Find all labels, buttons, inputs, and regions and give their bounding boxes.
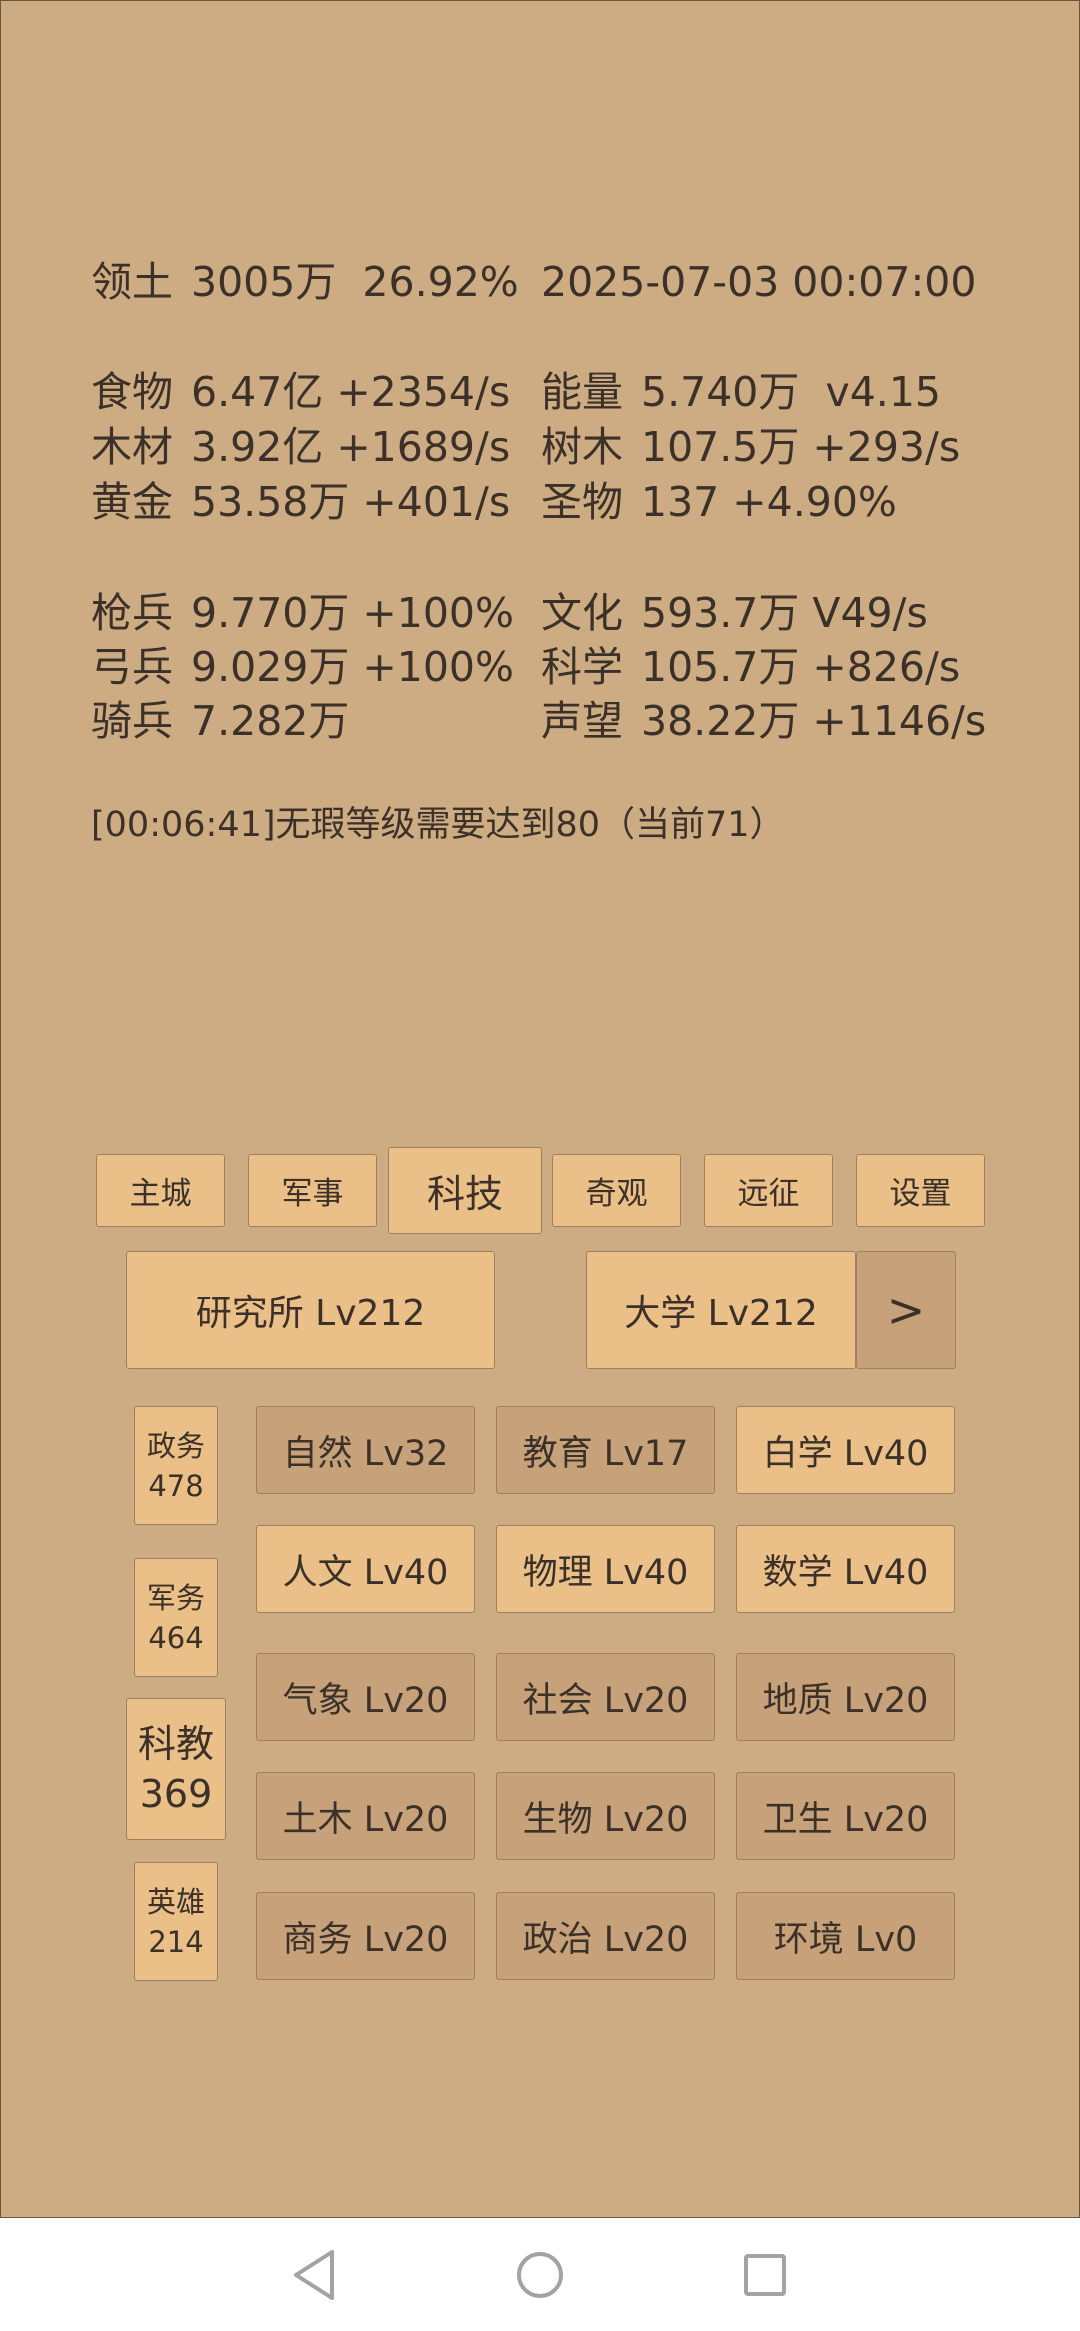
side-tab-heroes-count: 214 [148, 1924, 204, 1959]
science-humanities[interactable]: 人文 Lv40 [256, 1525, 475, 1613]
tab-wonders[interactable]: 奇观 [552, 1154, 681, 1227]
tab-settings[interactable]: 设置 [856, 1154, 985, 1227]
wood-label: 木材 [91, 423, 173, 471]
science-civil-engineering[interactable]: 土木 Lv20 [256, 1772, 475, 1860]
gold-stat: 黄金 53.58万 +401/s [91, 477, 510, 527]
side-tab-military-affairs-label: 军务 [146, 1580, 205, 1615]
energy-label: 能量 [541, 368, 623, 416]
tab-technology[interactable]: 科技 [388, 1147, 542, 1234]
science-stat: 科学 105.7万 +826/s [541, 642, 960, 692]
cavalry-label: 骑兵 [91, 697, 173, 745]
side-tab-science-education[interactable]: 科教 369 [126, 1698, 226, 1840]
science-environment[interactable]: 环境 Lv0 [736, 1892, 955, 1980]
territory-stat: 领土 3005万 26.92% [91, 257, 519, 307]
recents-square-icon[interactable] [740, 2248, 790, 2302]
game-screen: 领土 3005万 26.92% 2025-07-03 00:07:00 食物 6.4… [0, 0, 1080, 2218]
next-arrow-button[interactable]: > [856, 1251, 956, 1369]
spearmen-stat: 枪兵 9.770万 +100% [91, 588, 514, 638]
food-label: 食物 [91, 368, 173, 416]
gold-value: 53.58万 +401/s [191, 478, 511, 526]
territory-label: 领土 [91, 258, 173, 306]
side-tab-science-education-label: 科教 [137, 1722, 214, 1766]
relics-label: 圣物 [541, 478, 623, 526]
trees-label: 树木 [541, 423, 623, 471]
culture-value: 593.7万 V49/s [641, 589, 928, 637]
science-value: 105.7万 +826/s [641, 643, 961, 691]
science-biology[interactable]: 生物 Lv20 [496, 1772, 715, 1860]
side-tab-government-count: 478 [148, 1468, 204, 1503]
university-button[interactable]: 大学 Lv212 [586, 1251, 856, 1369]
energy-value: 5.740万 v4.15 [641, 368, 941, 416]
side-tab-government-label: 政务 [146, 1428, 205, 1463]
tab-main-city[interactable]: 主城 [96, 1154, 225, 1227]
culture-label: 文化 [541, 589, 623, 637]
archers-value: 9.029万 +100% [191, 643, 514, 691]
science-commerce[interactable]: 商务 Lv20 [256, 1892, 475, 1980]
science-nature[interactable]: 自然 Lv32 [256, 1406, 475, 1494]
science-hygiene[interactable]: 卫生 Lv20 [736, 1772, 955, 1860]
side-tab-science-education-count: 369 [139, 1772, 213, 1816]
side-tab-heroes[interactable]: 英雄 214 [134, 1862, 218, 1981]
science-education[interactable]: 教育 Lv17 [496, 1406, 715, 1494]
trees-stat: 树木 107.5万 +293/s [541, 422, 960, 472]
science-mathematics[interactable]: 数学 Lv40 [736, 1525, 955, 1613]
archers-stat: 弓兵 9.029万 +100% [91, 642, 514, 692]
science-meteorology[interactable]: 气象 Lv20 [256, 1653, 475, 1741]
energy-stat: 能量 5.740万 v4.15 [541, 367, 941, 417]
territory-value: 3005万 [191, 258, 337, 306]
institute-button[interactable]: 研究所 Lv212 [126, 1251, 495, 1369]
prestige-label: 声望 [541, 697, 623, 745]
wood-stat: 木材 3.92亿 +1689/s [91, 422, 510, 472]
food-value: 6.47亿 +2354/s [191, 368, 511, 416]
science-politics[interactable]: 政治 Lv20 [496, 1892, 715, 1980]
archers-label: 弓兵 [91, 643, 173, 691]
spearmen-value: 9.770万 +100% [191, 589, 514, 637]
game-datetime: 2025-07-03 00:07:00 [541, 258, 977, 306]
cavalry-value: 7.282万 [191, 697, 350, 745]
science-geology[interactable]: 地质 Lv20 [736, 1653, 955, 1741]
prestige-value: 38.22万 +1146/s [641, 697, 987, 745]
science-label: 科学 [541, 643, 623, 691]
side-tab-heroes-label: 英雄 [146, 1884, 205, 1919]
culture-stat: 文化 593.7万 V49/s [541, 588, 928, 638]
science-sociology[interactable]: 社会 Lv20 [496, 1653, 715, 1741]
side-tab-military-affairs[interactable]: 军务 464 [134, 1558, 218, 1677]
tab-military[interactable]: 军事 [248, 1154, 377, 1227]
tab-expedition[interactable]: 远征 [704, 1154, 833, 1227]
territory-percent: 26.92% [362, 258, 519, 306]
trees-value: 107.5万 +293/s [641, 423, 961, 471]
prestige-stat: 声望 38.22万 +1146/s [541, 696, 986, 746]
spearmen-label: 枪兵 [91, 589, 173, 637]
cavalry-stat: 骑兵 7.282万 [91, 696, 349, 746]
home-circle-icon[interactable] [514, 2248, 566, 2302]
gold-label: 黄金 [91, 478, 173, 526]
science-physics[interactable]: 物理 Lv40 [496, 1525, 715, 1613]
wood-value: 3.92亿 +1689/s [191, 423, 511, 471]
side-tab-military-affairs-count: 464 [148, 1620, 204, 1655]
relics-value: 137 +4.90% [641, 478, 897, 526]
food-stat: 食物 6.47亿 +2354/s [91, 367, 510, 417]
relics-stat: 圣物 137 +4.90% [541, 477, 897, 527]
side-tab-government[interactable]: 政务 478 [134, 1406, 218, 1525]
science-self-study[interactable]: 白学 Lv40 [736, 1406, 955, 1494]
back-triangle-icon[interactable] [290, 2248, 340, 2302]
event-message: [00:06:41]无瑕等级需要达到80（当前71） [91, 805, 785, 845]
system-nav-bar [0, 2218, 1080, 2331]
